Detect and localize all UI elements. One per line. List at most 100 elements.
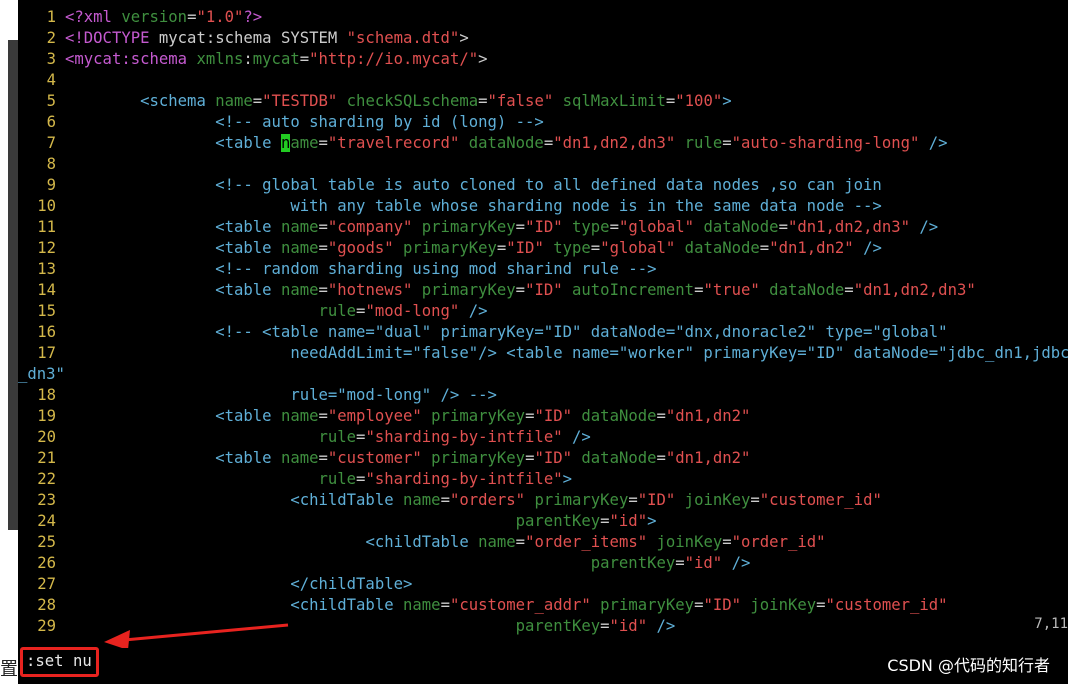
code-token: "employee" xyxy=(327,407,422,425)
editor-buffer[interactable]: 1 <?xml version="1.0"?> 2 <!DOCTYPE mycat:s… xyxy=(18,7,1068,637)
code-token: "dn1,dn2" xyxy=(769,239,854,257)
code-token: <childTable xyxy=(290,491,403,509)
code-token: = xyxy=(778,218,788,236)
code-line[interactable]: 6 <!-- auto sharding by id (long) --> xyxy=(18,112,1068,133)
code-line[interactable]: 14 <table name="hotnews" primaryKey="ID"… xyxy=(18,280,1068,301)
line-number: 14 xyxy=(37,281,56,299)
code-token: sqlMaxLimit xyxy=(553,92,666,110)
code-token: "company" xyxy=(327,218,413,236)
code-line[interactable]: 19 <table name="employee" primaryKey="ID… xyxy=(18,406,1068,427)
line-number: 21 xyxy=(37,449,56,467)
code-token: checkSQLschema xyxy=(337,92,479,110)
code-token: "hotnews" xyxy=(327,281,413,299)
code-line[interactable]: 27 </childTable> xyxy=(18,574,1068,595)
code-token: joinKey xyxy=(675,491,751,509)
code-line[interactable]: 28 <childTable name="customer_addr" prim… xyxy=(18,595,1068,616)
code-token: "global" xyxy=(600,239,676,257)
code-line[interactable]: 16 <!-- <table name="dual" primaryKey="I… xyxy=(18,322,1068,343)
code-line[interactable]: 8 xyxy=(18,154,1068,175)
code-line[interactable]: 1 <?xml version="1.0"?> xyxy=(18,7,1068,28)
code-line[interactable]: 11 <table name="company" primaryKey="ID"… xyxy=(18,217,1068,238)
code-line[interactable]: 7 <table name="travelrecord" dataNode="d… xyxy=(18,133,1068,154)
code-line[interactable]: 15 rule="mod-long" /> xyxy=(18,301,1068,322)
code-token: primaryKey xyxy=(421,449,526,467)
code-line[interactable]: 12 <table name="goods" primaryKey="ID" t… xyxy=(18,238,1068,259)
code-token: version xyxy=(121,8,188,26)
code-token: > xyxy=(722,92,732,110)
code-token: "ID" xyxy=(506,239,544,257)
code-token: "customer_id" xyxy=(759,491,882,509)
code-line[interactable]: 22 rule="sharding-by-intfile"> xyxy=(18,469,1068,490)
code-line[interactable]: 18 rule="mod-long" /> --> xyxy=(18,385,1068,406)
line-number: 10 xyxy=(37,197,56,215)
code-token: name xyxy=(280,281,319,299)
red-arrow-icon xyxy=(104,623,289,648)
code-token: = xyxy=(318,449,328,467)
line-number: 6 xyxy=(46,113,56,131)
code-line[interactable]: 4 xyxy=(18,70,1068,91)
window-edge-bar xyxy=(8,40,18,530)
code-content: <table name="hotnews" primaryKey="ID" au… xyxy=(65,281,976,299)
line-number: 24 xyxy=(37,512,56,530)
code-token: = xyxy=(600,512,610,530)
code-token: rule xyxy=(318,470,357,488)
code-line[interactable]: 24 parentKey="id"> xyxy=(18,511,1068,532)
code-token: dataNode xyxy=(459,134,544,152)
code-line[interactable]: 21 <table name="customer" primaryKey="ID… xyxy=(18,448,1068,469)
code-token: name xyxy=(403,491,441,509)
line-number: 2 xyxy=(46,29,56,47)
code-token: name xyxy=(280,239,319,257)
code-line[interactable]: 10 with any table whose sharding node is… xyxy=(18,196,1068,217)
code-token: = xyxy=(299,50,310,68)
code-token: parentKey xyxy=(515,617,601,635)
code-line[interactable]: 2 <!DOCTYPE mycat:schema SYSTEM "schema.d… xyxy=(18,28,1068,49)
code-token: primaryKey xyxy=(421,407,526,425)
code-token: with any table whose sharding node is in… xyxy=(290,197,882,215)
code-content: <table name="company" primaryKey="ID" ty… xyxy=(65,218,938,236)
code-line[interactable]: 17 needAddLimit="false"/> <table name="w… xyxy=(18,343,1068,364)
code-line[interactable]: 23 <childTable name="orders" primaryKey=… xyxy=(18,490,1068,511)
code-content: <mycat:schema xmlns:mycat="http://io.myc… xyxy=(65,50,488,68)
code-token: = xyxy=(252,92,263,110)
code-token: <mycat:schema xyxy=(65,50,197,68)
code-token: = xyxy=(318,407,328,425)
code-content: <schema name="TESTDB" checkSQLschema="fa… xyxy=(65,92,732,110)
line-number: 15 xyxy=(37,302,56,320)
code-line[interactable]: 26 parentKey="id" /> xyxy=(18,553,1068,574)
code-line[interactable]: 20 rule="sharding-by-intfile" /> xyxy=(18,427,1068,448)
code-token: "auto-sharding-long" xyxy=(731,134,920,152)
code-line[interactable]: 13 <!-- random sharding using mod sharin… xyxy=(18,259,1068,280)
vim-editor[interactable]: 1 <?xml version="1.0"?> 2 <!DOCTYPE mycat:s… xyxy=(18,0,1068,684)
code-line[interactable]: 9 <!-- global table is auto cloned to al… xyxy=(18,175,1068,196)
code-token: primaryKey xyxy=(412,218,516,236)
code-token: <!-- global table is auto cloned to all … xyxy=(215,176,882,194)
code-line[interactable]: 3 <mycat:schema xmlns:mycat="http://io.my… xyxy=(18,49,1068,70)
code-line[interactable]: _dn3" xyxy=(18,364,1068,385)
code-token: = xyxy=(515,281,526,299)
code-token: name xyxy=(478,533,516,551)
code-token: <!-- auto sharding by id (long) --> xyxy=(215,113,544,131)
line-number: 27 xyxy=(37,575,56,593)
code-token: "dn1,dn2" xyxy=(665,407,751,425)
code-token: = xyxy=(318,134,328,152)
code-token: name xyxy=(280,218,319,236)
code-token: "ID" xyxy=(703,596,742,614)
code-token: name xyxy=(403,596,441,614)
code-line[interactable]: 25 <childTable name="order_items" joinKe… xyxy=(18,532,1068,553)
code-token: primaryKey xyxy=(393,239,497,257)
code-content: </childTable> xyxy=(65,575,412,593)
code-token: = xyxy=(750,491,760,509)
code-content: <!-- global table is auto cloned to all … xyxy=(65,176,882,194)
code-line[interactable]: 5 <schema name="TESTDB" checkSQLschema="… xyxy=(18,91,1068,112)
code-token: /> xyxy=(722,554,751,572)
code-content: <!DOCTYPE mycat:schema SYSTEM "schema.dt… xyxy=(65,29,469,47)
